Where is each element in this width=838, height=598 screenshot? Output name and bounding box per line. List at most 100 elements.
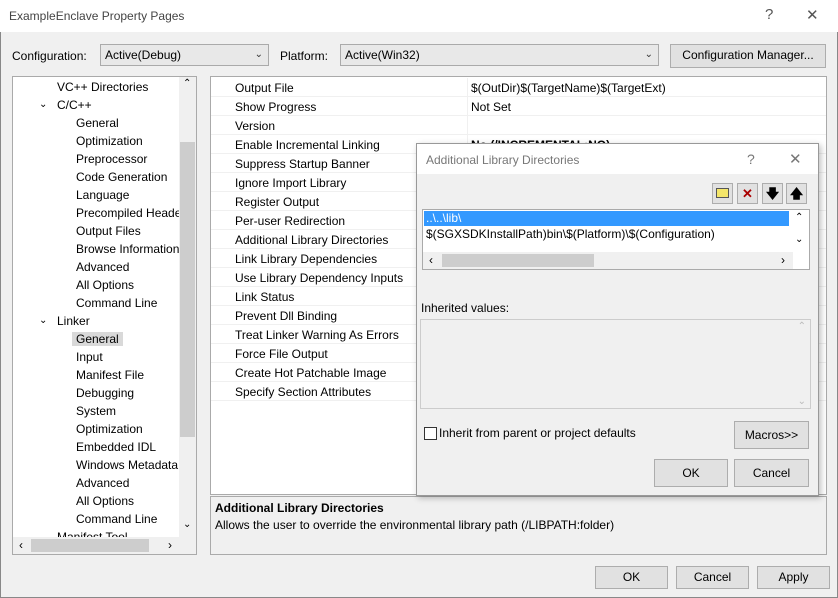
platform-select[interactable]: Active(Win32) ⌄ (340, 44, 659, 66)
apply-button[interactable]: Apply (757, 566, 830, 589)
property-row[interactable]: Output File $(OutDir)$(TargetName)$(Targe… (211, 78, 826, 97)
expand-chevron-icon[interactable]: ⌄ (39, 312, 47, 330)
tree-item[interactable]: Language (76, 186, 129, 204)
tree-item[interactable]: VC++ Directories (57, 78, 148, 96)
tree-item[interactable]: Input (76, 348, 103, 366)
tree-item-label: Linker (57, 314, 90, 328)
additional-library-directories-dialog: Additional Library Directories ? ✕ ✕ 🡇 🡅… (416, 143, 819, 496)
tree-item[interactable]: General (76, 114, 119, 132)
ok-button[interactable]: OK (595, 566, 668, 589)
scroll-thumb[interactable] (180, 142, 195, 437)
cancel-button[interactable]: Cancel (676, 566, 749, 589)
tree-item[interactable]: Advanced (76, 258, 129, 276)
scroll-up-icon[interactable]: ⌃ (795, 212, 803, 223)
scroll-left-icon[interactable]: ‹ (429, 253, 433, 267)
list-horizontal-scrollbar[interactable]: ‹ › (423, 252, 793, 269)
new-line-button[interactable] (712, 183, 733, 204)
dialog-title-bar: Additional Library Directories ? ✕ (417, 144, 818, 174)
directories-list[interactable]: ..\..\lib\ $(SGXSDKInstallPath)bin\$(Pla… (422, 209, 810, 270)
scroll-right-icon[interactable]: › (168, 538, 172, 552)
tree-item-label: System (76, 404, 117, 418)
property-value[interactable]: Not Set (471, 100, 511, 114)
scroll-thumb[interactable] (31, 539, 149, 552)
tree-vertical-scrollbar[interactable]: ⌃ ⌄ (179, 77, 196, 537)
chevron-down-icon: ⌄ (644, 49, 653, 60)
property-name: Create Hot Patchable Image (235, 366, 387, 380)
tree-item-label: Advanced (76, 476, 130, 490)
delete-line-button[interactable]: ✕ (737, 183, 758, 204)
tree-item-label: Manifest File (76, 368, 145, 382)
tree-item-label: General (76, 116, 119, 130)
inherit-checkbox-label[interactable]: Inherit from parent or project defaults (439, 426, 636, 440)
close-button[interactable]: ✕ (806, 6, 819, 24)
property-row[interactable]: Show Progress Not Set (211, 97, 826, 116)
move-down-button[interactable]: 🡇 (762, 183, 783, 204)
tree-item[interactable]: Optimization (76, 420, 143, 438)
tree-item-label: Optimization (76, 134, 143, 148)
chevron-down-icon: ⌄ (254, 49, 263, 60)
move-up-button[interactable]: 🡅 (786, 183, 807, 204)
tree-item[interactable]: Windows Metadata (76, 456, 178, 474)
scroll-right-icon[interactable]: › (781, 253, 785, 267)
property-value[interactable]: $(OutDir)$(TargetName)$(TargetExt) (471, 81, 666, 95)
tree-item[interactable]: Debugging (76, 384, 134, 402)
category-tree[interactable]: Manifest ToolCommand LineAll OptionsAdva… (12, 76, 197, 555)
expand-chevron-icon[interactable]: ⌄ (39, 96, 47, 114)
list-item-selected[interactable]: ..\..\lib\ (424, 211, 789, 226)
tree-item[interactable]: Optimization (76, 132, 143, 150)
tree-item-label: Command Line (76, 296, 158, 310)
tree-item[interactable]: Manifest File (76, 366, 144, 384)
property-name: Suppress Startup Banner (235, 157, 370, 171)
property-name: Force File Output (235, 347, 328, 361)
tree-item-label: VC++ Directories (57, 80, 149, 94)
tree-item-label: Advanced (76, 260, 130, 274)
tree-item[interactable]: General (72, 330, 123, 348)
tree-item[interactable]: Output Files (76, 222, 141, 240)
dialog-cancel-button[interactable]: Cancel (734, 459, 809, 487)
tree-item[interactable]: Command Line (76, 510, 157, 528)
tree-item[interactable]: ⌄ C/C++ (39, 96, 92, 114)
list-item[interactable]: $(SGXSDKInstallPath)bin\$(Platform)\$(Co… (426, 227, 715, 241)
tree-item[interactable]: Embedded IDL (76, 438, 156, 456)
tree-item[interactable]: All Options (76, 276, 134, 294)
description-text: Allows the user to override the environm… (215, 518, 615, 532)
tree-item[interactable]: Command Line (76, 294, 157, 312)
configuration-manager-button[interactable]: Configuration Manager... (670, 44, 826, 68)
tree-item-label: Optimization (76, 422, 143, 436)
scroll-up-icon[interactable]: ⌃ (183, 78, 191, 89)
property-row[interactable]: Version (211, 116, 826, 135)
tree-item-label: Command Line (76, 512, 158, 526)
help-button[interactable]: ? (765, 6, 773, 23)
window-title: ExampleEnclave Property Pages (9, 9, 185, 23)
tree-item-label: Precompiled Heade (76, 206, 182, 220)
tree-item-label: General (72, 332, 123, 346)
tree-item-label: C/C++ (57, 98, 92, 112)
title-bar: ExampleEnclave Property Pages ? ✕ (0, 0, 838, 32)
tree-item[interactable]: Precompiled Heade (76, 204, 181, 222)
tree-item[interactable]: System (76, 402, 116, 420)
scroll-down-icon[interactable]: ⌄ (795, 234, 803, 245)
macros-button[interactable]: Macros>> (734, 421, 809, 449)
configuration-label: Configuration: (12, 49, 87, 63)
property-name: Prevent Dll Binding (235, 309, 338, 323)
property-name: Link Status (235, 290, 295, 304)
tree-item-label: Output Files (76, 224, 141, 238)
tree-item[interactable]: Code Generation (76, 168, 167, 186)
dialog-ok-button[interactable]: OK (654, 459, 728, 487)
scroll-thumb[interactable] (442, 254, 594, 267)
tree-item[interactable]: Advanced (76, 474, 129, 492)
tree-item-label: Embedded IDL (76, 440, 157, 454)
property-name: Output File (235, 81, 294, 95)
tree-item[interactable]: Browse Information (76, 240, 179, 258)
scroll-left-icon[interactable]: ‹ (19, 538, 23, 552)
tree-item[interactable]: All Options (76, 492, 134, 510)
tree-item[interactable]: ⌄ Linker (39, 312, 90, 330)
dialog-help-button[interactable]: ? (747, 151, 755, 167)
tree-horizontal-scrollbar[interactable]: ‹ › (13, 537, 196, 554)
inherit-checkbox[interactable] (424, 427, 437, 440)
dialog-close-button[interactable]: ✕ (789, 150, 802, 168)
scroll-down-icon[interactable]: ⌄ (183, 519, 191, 530)
configuration-select[interactable]: Active(Debug) ⌄ (100, 44, 269, 66)
tree-item[interactable]: Preprocessor (76, 150, 147, 168)
inherited-values-label: Inherited values: (421, 301, 510, 315)
